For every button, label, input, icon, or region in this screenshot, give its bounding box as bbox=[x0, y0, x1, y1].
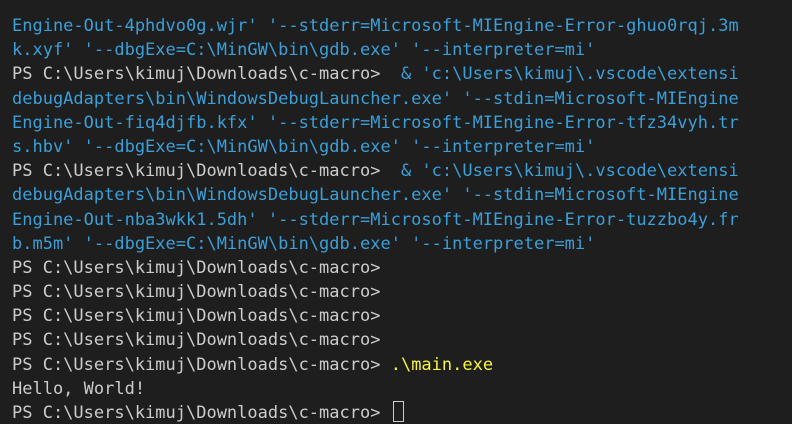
terminal-line: PS C:\Users\kimuj\Downloads\c-macro> bbox=[12, 256, 792, 280]
program-output: Hello, World! bbox=[12, 378, 146, 399]
command-text: .\main.exe bbox=[390, 354, 494, 375]
prompt: PS C:\Users\kimuj\Downloads\c-macro> bbox=[12, 330, 381, 351]
prompt: PS C:\Users\kimuj\Downloads\c-macro> bbox=[12, 257, 381, 278]
terminal-input-line[interactable]: PS C:\Users\kimuj\Downloads\c-macro> bbox=[12, 401, 792, 424]
terminal-line: PS C:\Users\kimuj\Downloads\c-macro> & '… bbox=[12, 62, 792, 86]
terminal-line: PS C:\Users\kimuj\Downloads\c-macro> & '… bbox=[12, 159, 792, 183]
text-cursor[interactable] bbox=[392, 401, 404, 422]
prompt: PS C:\Users\kimuj\Downloads\c-macro> bbox=[12, 306, 381, 327]
terminal-line: PS C:\Users\kimuj\Downloads\c-macro> bbox=[12, 280, 792, 304]
terminal-panel[interactable]: Engine-Out-4phdvo0g.wjr' '--stderr=Micro… bbox=[0, 0, 792, 424]
prompt: PS C:\Users\kimuj\Downloads\c-macro> bbox=[12, 282, 381, 303]
command-text: & 'c:\Users\kimuj\.vscode\extensi bbox=[400, 64, 739, 85]
prompt: PS C:\Users\kimuj\Downloads\c-macro> bbox=[12, 403, 381, 423]
terminal-line: debugAdapters\bin\WindowsDebugLauncher.e… bbox=[12, 88, 739, 109]
prompt: PS C:\Users\kimuj\Downloads\c-macro> bbox=[12, 64, 381, 85]
terminal-line: Engine-Out-fiq4djfb.kfx' '--stderr=Micro… bbox=[12, 112, 739, 133]
terminal-line: k.xyf' '--dbgExe=C:\MinGW\bin\gdb.exe' '… bbox=[12, 40, 596, 61]
prompt: PS C:\Users\kimuj\Downloads\c-macro> bbox=[12, 354, 381, 375]
terminal-line: PS C:\Users\kimuj\Downloads\c-macro> .\m… bbox=[12, 353, 792, 377]
terminal-line: PS C:\Users\kimuj\Downloads\c-macro> bbox=[12, 328, 792, 352]
terminal-line: b.m5m' '--dbgExe=C:\MinGW\bin\gdb.exe' '… bbox=[12, 233, 596, 254]
prompt: PS C:\Users\kimuj\Downloads\c-macro> bbox=[12, 161, 381, 182]
command-text: & 'c:\Users\kimuj\.vscode\extensi bbox=[400, 161, 739, 182]
terminal-line: debugAdapters\bin\WindowsDebugLauncher.e… bbox=[12, 185, 739, 206]
terminal-line: s.hbv' '--dbgExe=C:\MinGW\bin\gdb.exe' '… bbox=[12, 136, 596, 157]
terminal-line: PS C:\Users\kimuj\Downloads\c-macro> bbox=[12, 304, 792, 328]
terminal-line: Engine-Out-nba3wkk1.5dh' '--stderr=Micro… bbox=[12, 209, 739, 230]
terminal-line: Engine-Out-4phdvo0g.wjr' '--stderr=Micro… bbox=[12, 16, 739, 36]
